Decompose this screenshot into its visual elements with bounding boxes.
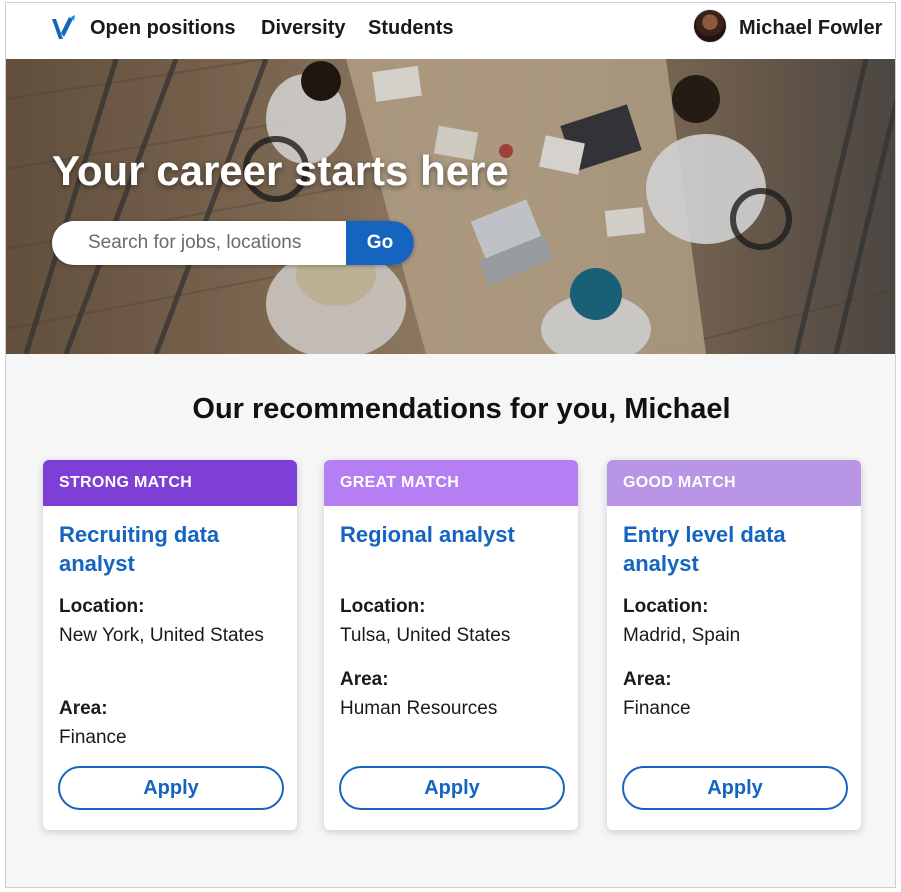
area-label: Area:: [623, 669, 672, 690]
nav-open-positions[interactable]: Open positions: [90, 17, 236, 40]
area-label: Area:: [340, 669, 389, 690]
hero-title: Your career starts here: [52, 147, 509, 194]
job-card: GOOD MATCH Entry level data analyst Loca…: [607, 460, 861, 830]
apply-button[interactable]: Apply: [58, 766, 284, 810]
nav-students[interactable]: Students: [368, 17, 454, 40]
search-input[interactable]: [52, 221, 346, 265]
location-label: Location:: [623, 596, 709, 617]
match-badge: GREAT MATCH: [324, 460, 578, 506]
hero-banner: Your career starts here Go: [6, 59, 895, 354]
job-card: STRONG MATCH Recruiting data analyst Loc…: [43, 460, 297, 830]
area-value: Finance: [59, 727, 127, 748]
location-label: Location:: [59, 596, 145, 617]
search-go-button[interactable]: Go: [346, 221, 414, 265]
page-frame: Open positions Diversity Students Michae…: [5, 2, 896, 888]
user-avatar[interactable]: [693, 9, 727, 43]
location-value: New York, United States: [59, 625, 264, 646]
hero-background-image: [6, 59, 895, 354]
user-name[interactable]: Michael Fowler: [739, 17, 882, 40]
job-title-link[interactable]: Recruiting data analyst: [59, 520, 281, 578]
location-value: Tulsa, United States: [340, 625, 511, 646]
job-card: GREAT MATCH Regional analyst Location: T…: [324, 460, 578, 830]
match-badge: STRONG MATCH: [43, 460, 297, 506]
location-value: Madrid, Spain: [623, 625, 741, 646]
location-label: Location:: [340, 596, 426, 617]
area-value: Finance: [623, 698, 691, 719]
search-bar: Go: [52, 221, 414, 265]
top-nav: Open positions Diversity Students Michae…: [6, 3, 895, 59]
area-label: Area:: [59, 698, 108, 719]
nav-diversity[interactable]: Diversity: [261, 17, 346, 40]
apply-button[interactable]: Apply: [622, 766, 848, 810]
match-badge: GOOD MATCH: [607, 460, 861, 506]
v-logo-icon[interactable]: [50, 15, 76, 43]
area-value: Human Resources: [340, 698, 498, 719]
recommendations-title: Our recommendations for you, Michael: [192, 393, 731, 425]
apply-button[interactable]: Apply: [339, 766, 565, 810]
job-title-link[interactable]: Entry level data analyst: [623, 520, 845, 578]
job-title-link[interactable]: Regional analyst: [340, 520, 562, 549]
